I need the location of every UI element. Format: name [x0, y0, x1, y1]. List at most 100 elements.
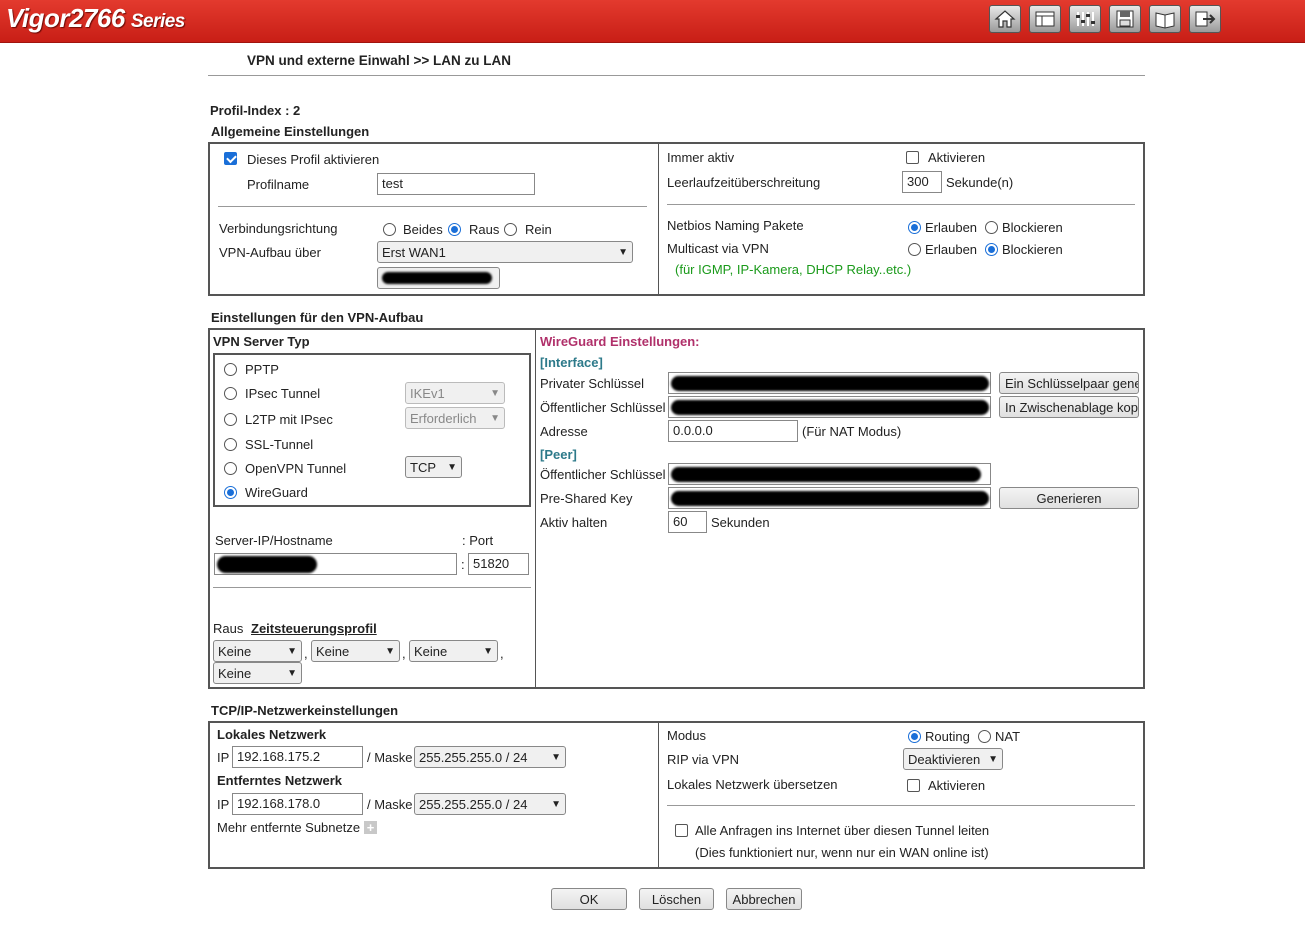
keepalive-unit: Sekunden [711, 515, 770, 530]
schedule-select-4[interactable]: Keine ▼ [213, 662, 302, 684]
type-l2tp-label: L2TP mit IPsec [245, 412, 333, 427]
netbios-radio-blockieren[interactable] [985, 221, 998, 234]
ipsec-ike-value: IKEv1 [410, 385, 445, 401]
settings-sliders-icon[interactable] [1069, 5, 1101, 33]
divider [535, 329, 536, 688]
idle-timeout-input[interactable]: 300 [902, 171, 942, 193]
chevron-down-icon: ▼ [551, 751, 561, 763]
cancel-button[interactable]: Abbrechen [726, 888, 802, 910]
type-radio-openvpn[interactable] [224, 462, 237, 475]
mode-routing-label: Routing [925, 729, 970, 744]
logout-icon[interactable] [1189, 5, 1221, 33]
plus-icon[interactable]: + [364, 821, 377, 834]
multicast-label: Multicast via VPN [667, 241, 769, 256]
netbios-radio-erlauben[interactable] [908, 221, 921, 234]
peer-public-key-input[interactable] [668, 463, 991, 485]
direction-raus-label: Raus [469, 222, 500, 237]
schedule-select-3[interactable]: Keine ▼ [409, 640, 498, 662]
type-openvpn-label: OpenVPN Tunnel [245, 461, 347, 476]
always-on-label: Immer aktiv [667, 150, 735, 165]
chevron-down-icon: ▼ [447, 461, 457, 473]
all-internet-label: Alle Anfragen ins Internet über diesen T… [695, 823, 990, 838]
direction-radio-rein[interactable] [504, 223, 517, 236]
multicast-radio-blockieren[interactable] [985, 243, 998, 256]
schedule-value-3: Keine [414, 643, 448, 659]
layout-icon[interactable] [1029, 5, 1061, 33]
peer-public-key-label: Öffentlicher Schlüssel [540, 467, 666, 482]
save-icon[interactable] [1109, 5, 1141, 33]
chevron-down-icon: ▼ [483, 645, 493, 657]
type-ssl-label: SSL-Tunnel [245, 437, 314, 452]
redacted-key [671, 376, 989, 391]
enable-profile-checkbox[interactable] [224, 152, 237, 165]
generate-keypair-button[interactable]: Ein Schlüsselpaar gene [999, 372, 1139, 394]
mode-radio-nat[interactable] [978, 730, 991, 743]
address-input[interactable]: 0.0.0.0 [668, 420, 798, 442]
divider [658, 722, 659, 868]
openvpn-protocol-select[interactable]: TCP ▼ [405, 456, 462, 478]
psk-input[interactable] [668, 487, 991, 509]
remote-ip-input[interactable]: 192.168.178.0 [232, 793, 363, 815]
type-radio-wireguard[interactable] [224, 486, 237, 499]
local-mask-select[interactable]: 255.255.255.0 / 24 ▼ [414, 746, 566, 768]
book-icon[interactable] [1149, 5, 1181, 33]
direction-radio-raus[interactable] [448, 223, 461, 236]
public-key-input[interactable] [668, 396, 991, 418]
vpn-via-select[interactable]: Erst WAN1 ▼ [377, 241, 633, 263]
peer-label: [Peer] [540, 447, 577, 462]
type-radio-l2tp[interactable] [224, 413, 237, 426]
type-radio-ssl[interactable] [224, 438, 237, 451]
wan-ip-select[interactable] [377, 267, 500, 289]
remote-mask-label: / Maske [367, 797, 413, 812]
address-note: (Für NAT Modus) [802, 424, 902, 439]
chevron-down-icon: ▼ [618, 246, 628, 258]
translate-checkbox[interactable] [907, 779, 920, 792]
rip-select[interactable]: Deaktivieren ▼ [903, 748, 1003, 770]
profile-index: Profil-Index : 2 [210, 103, 301, 118]
breadcrumb: VPN und externe Einwahl >> LAN zu LAN [247, 53, 512, 68]
copy-clipboard-button[interactable]: In Zwischenablage kopi [999, 396, 1139, 418]
local-ip-input[interactable]: 192.168.175.2 [232, 746, 363, 768]
brand-logo: Vigor2766 Series [6, 3, 185, 34]
keepalive-label: Aktiv halten [540, 515, 608, 530]
type-radio-pptp[interactable] [224, 363, 237, 376]
schedule-profile-link[interactable]: Zeitsteuerungsprofil [251, 621, 377, 636]
redacted-key [671, 400, 989, 415]
address-label: Adresse [540, 424, 588, 439]
local-ip-label: IP [217, 750, 230, 765]
netbios-label: Netbios Naming Pakete [667, 218, 804, 233]
remote-mask-select[interactable]: 255.255.255.0 / 24 ▼ [414, 793, 566, 815]
multicast-radio-erlauben[interactable] [908, 243, 921, 256]
rip-label: RIP via VPN [667, 752, 740, 767]
port-input[interactable]: 51820 [468, 553, 529, 575]
divider [667, 204, 1135, 205]
delete-button[interactable]: Löschen [639, 888, 714, 910]
schedule-comma: , [402, 646, 406, 661]
l2tp-policy-select[interactable]: Erforderlich ▼ [405, 407, 505, 429]
schedule-select-2[interactable]: Keine ▼ [311, 640, 400, 662]
mode-label: Modus [667, 728, 707, 743]
ipsec-ike-select[interactable]: IKEv1 ▼ [405, 382, 505, 404]
schedule-value-1: Keine [218, 643, 252, 659]
redacted-key [671, 467, 981, 482]
generate-psk-button[interactable]: Generieren [999, 487, 1139, 509]
profilname-input[interactable]: test [377, 173, 535, 195]
direction-beides-label: Beides [403, 222, 443, 237]
schedule-value-2: Keine [316, 643, 350, 659]
type-radio-ipsec[interactable] [224, 387, 237, 400]
ok-button[interactable]: OK [551, 888, 627, 910]
mode-radio-routing[interactable] [908, 730, 921, 743]
l2tp-policy-value: Erforderlich [410, 410, 477, 426]
netbios-blockieren-label: Blockieren [1002, 220, 1063, 235]
private-key-input[interactable] [668, 372, 991, 394]
schedule-value-4: Keine [218, 665, 252, 681]
all-internet-checkbox[interactable] [675, 824, 688, 837]
always-on-checkbox[interactable] [906, 151, 919, 164]
schedule-select-1[interactable]: Keine ▼ [213, 640, 302, 662]
vpn-setup-title: Einstellungen für den VPN-Aufbau [211, 310, 424, 325]
server-host-input[interactable] [214, 553, 457, 575]
direction-radio-beides[interactable] [383, 223, 396, 236]
home-icon[interactable] [989, 5, 1021, 33]
chevron-down-icon: ▼ [988, 753, 998, 765]
keepalive-input[interactable]: 60 [668, 511, 707, 533]
